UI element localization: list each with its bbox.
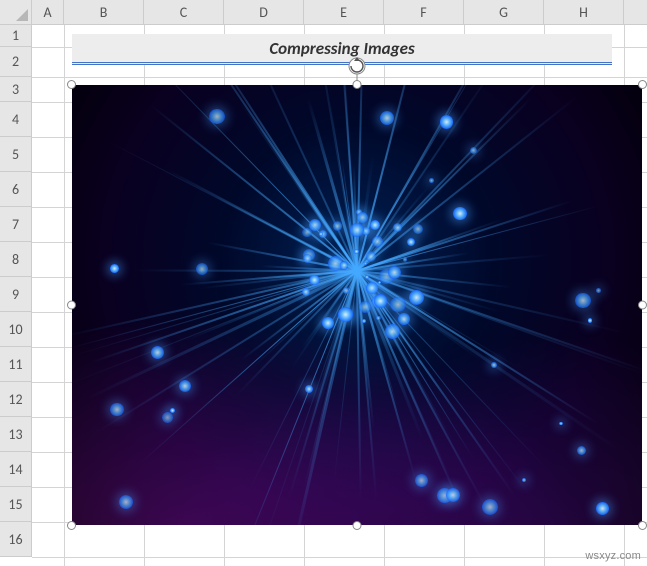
rotate-handle[interactable]: [348, 57, 366, 79]
image-dot: [390, 297, 406, 313]
image-dot: [470, 147, 477, 154]
select-all-corner[interactable]: [0, 0, 32, 25]
image-dot: [343, 287, 349, 293]
row-header-5[interactable]: 5: [0, 137, 31, 172]
image-dot: [385, 324, 400, 339]
image-dot: [415, 474, 428, 487]
image-dot: [179, 380, 191, 392]
resize-handle-ne[interactable]: [638, 80, 647, 89]
image-dot: [340, 261, 349, 270]
row-header-12[interactable]: 12: [0, 382, 31, 417]
image-dot: [196, 263, 208, 275]
image-dot: [362, 319, 366, 323]
image-dot: [453, 207, 467, 221]
image-dot: [588, 318, 593, 323]
column-header-f[interactable]: F: [384, 0, 464, 24]
image-dot: [409, 290, 424, 305]
image-dot: [575, 293, 591, 309]
image-dot: [522, 478, 526, 482]
image-dot: [303, 254, 312, 263]
image-dot: [366, 251, 377, 262]
image-dot: [376, 316, 381, 321]
column-header-h[interactable]: H: [544, 0, 624, 24]
column-header-g[interactable]: G: [464, 0, 544, 24]
gridline-h: [32, 77, 647, 78]
image-dot: [440, 115, 453, 128]
row-header-11[interactable]: 11: [0, 347, 31, 382]
column-header-e[interactable]: E: [304, 0, 384, 24]
column-header-a[interactable]: A: [32, 0, 64, 24]
row-header-8[interactable]: 8: [0, 242, 31, 277]
image-dot: [393, 223, 402, 232]
image-dot: [398, 313, 409, 324]
worksheet-grid[interactable]: Compressing Images: [32, 25, 647, 566]
resize-handle-w[interactable]: [67, 301, 76, 310]
row-header-2[interactable]: 2: [0, 47, 31, 77]
row-header-9[interactable]: 9: [0, 277, 31, 312]
row-header-6[interactable]: 6: [0, 172, 31, 207]
image-content: [72, 85, 642, 525]
image-dot: [319, 232, 323, 236]
resize-handle-e[interactable]: [638, 301, 647, 310]
image-dot: [403, 257, 408, 262]
image-dot: [378, 281, 381, 284]
image-streak: [150, 104, 358, 271]
row-header-4[interactable]: 4: [0, 102, 31, 137]
image-dot: [374, 294, 388, 308]
resize-handle-s[interactable]: [353, 521, 362, 530]
row-header-15[interactable]: 15: [0, 487, 31, 522]
gridline-v: [64, 25, 65, 566]
image-dot: [429, 178, 433, 182]
resize-handle-n[interactable]: [353, 80, 362, 89]
image-dot: [322, 317, 333, 328]
column-header-d[interactable]: D: [224, 0, 304, 24]
image-dot: [209, 109, 224, 124]
image-dot: [170, 408, 175, 413]
row-header-7[interactable]: 7: [0, 207, 31, 242]
gridline-h: [32, 557, 647, 558]
rotate-icon: [348, 57, 366, 75]
row-header-16[interactable]: 16: [0, 522, 31, 557]
image-dot: [596, 502, 609, 515]
row-header-10[interactable]: 10: [0, 312, 31, 347]
image-dot: [110, 403, 123, 416]
image-dot: [305, 385, 313, 393]
image-dot: [559, 422, 562, 425]
row-header-14[interactable]: 14: [0, 452, 31, 487]
image-dot: [380, 111, 394, 125]
image-dot: [596, 288, 600, 292]
resize-handle-se[interactable]: [638, 521, 647, 530]
select-all-triangle-icon: [16, 9, 28, 21]
image-streak: [105, 140, 357, 271]
row-headers: 12345678910111213141516: [0, 25, 32, 557]
image-dot: [364, 262, 367, 265]
image-dot: [372, 236, 383, 247]
resize-handle-sw[interactable]: [67, 521, 76, 530]
image-dot: [491, 362, 497, 368]
row-header-3[interactable]: 3: [0, 77, 31, 102]
image-dot: [302, 228, 311, 237]
image-dot: [388, 266, 401, 279]
image-dot: [350, 223, 364, 237]
image-dot: [333, 221, 343, 231]
row-header-13[interactable]: 13: [0, 417, 31, 452]
title-cell-text: Compressing Images: [269, 38, 414, 59]
column-header-c[interactable]: C: [144, 0, 224, 24]
row-header-1[interactable]: 1: [0, 25, 31, 47]
image-dot: [357, 212, 368, 223]
resize-handle-nw[interactable]: [67, 80, 76, 89]
watermark-text: wsxyz.com: [585, 550, 641, 562]
title-merged-cell[interactable]: Compressing Images: [72, 34, 612, 65]
embedded-image-object[interactable]: [72, 85, 642, 525]
column-headers: ABCDEFGH: [32, 0, 647, 25]
image-dot: [407, 238, 415, 246]
column-header-b[interactable]: B: [64, 0, 144, 24]
image-dot: [413, 224, 423, 234]
image-dot: [110, 264, 119, 273]
